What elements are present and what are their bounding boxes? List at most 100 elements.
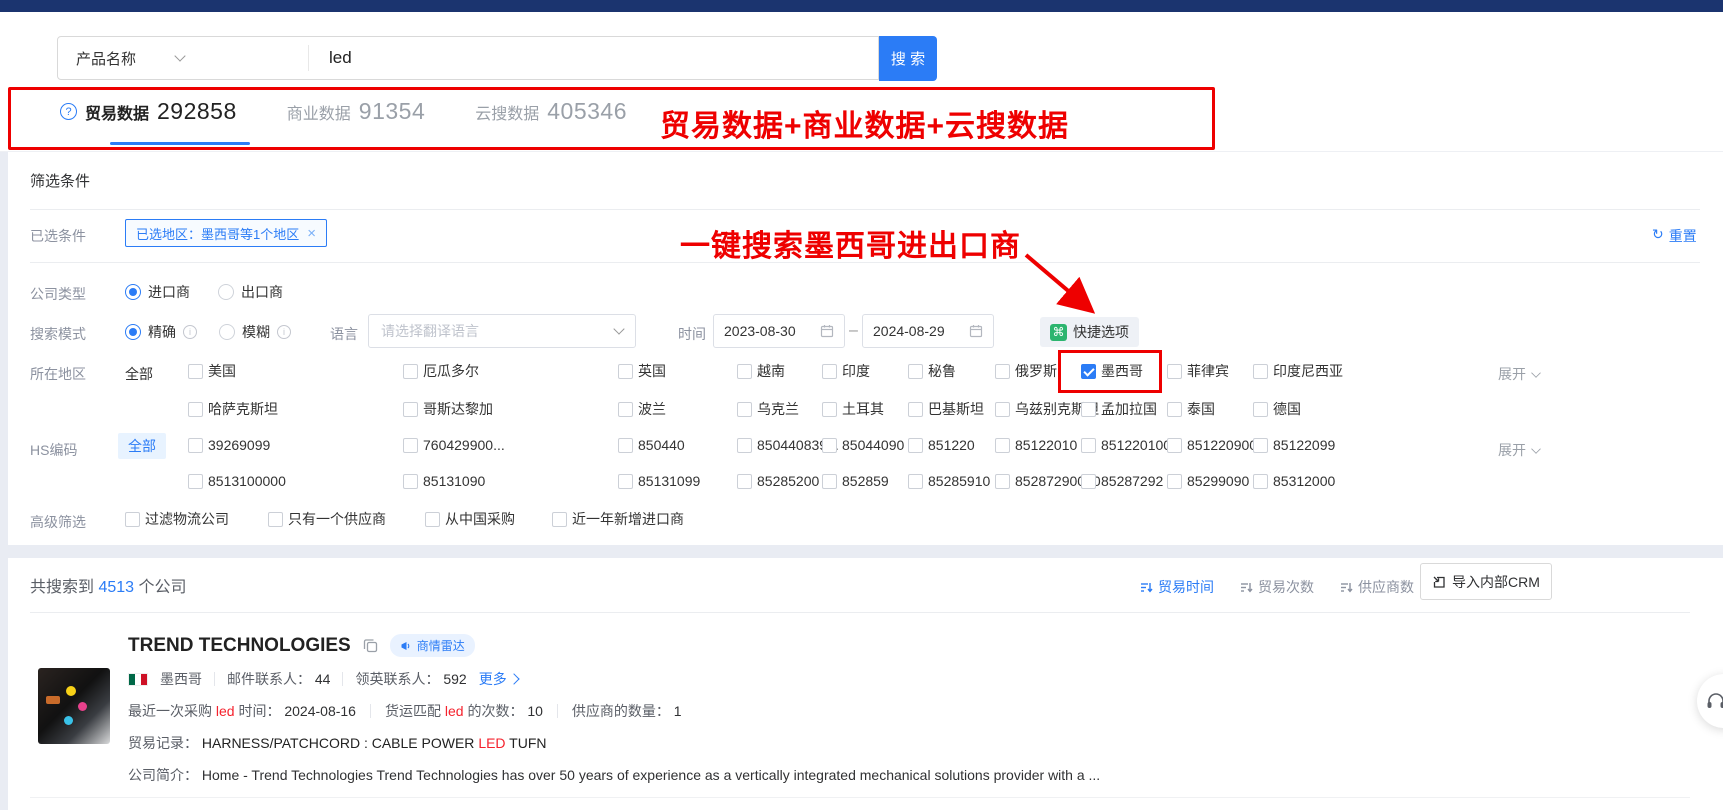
filter-checkbox-印度[interactable]: 印度: [822, 361, 870, 381]
checkbox-icon: [1253, 364, 1268, 379]
radio-option[interactable]: 模糊i: [219, 322, 291, 342]
filter-checkbox-俄罗斯[interactable]: 俄罗斯: [995, 361, 1057, 381]
filter-checkbox-秘鲁[interactable]: 秘鲁: [908, 361, 956, 381]
checkbox-icon: [908, 402, 923, 417]
start-date-value: 2023-08-30: [724, 323, 796, 339]
tab-2[interactable]: 云搜数据405346: [475, 98, 627, 125]
filter-checkbox-39269099[interactable]: 39269099: [188, 437, 270, 453]
tab-1[interactable]: 商业数据91354: [287, 98, 425, 125]
hs-checkbox-row: 39269099760429900...850440850440839...85…: [0, 437, 1723, 457]
chevron-down-icon: [174, 50, 185, 61]
filter-checkbox-85287292[interactable]: 85287292: [1081, 473, 1163, 489]
filter-checkbox-乌克兰[interactable]: 乌克兰: [737, 399, 799, 419]
filter-checkbox-85299090[interactable]: 85299090: [1167, 473, 1249, 489]
search-input[interactable]: [309, 48, 878, 68]
selected-region-tag[interactable]: 已选地区：墨西哥等1个地区 ×: [125, 219, 327, 247]
filter-checkbox-851220[interactable]: 851220: [908, 437, 975, 453]
tab-0[interactable]: ?贸易数据292858: [60, 98, 237, 125]
search-button[interactable]: 搜 索: [879, 36, 937, 81]
filter-checkbox-美国[interactable]: 美国: [188, 361, 236, 381]
filter-checkbox-8512209000[interactable]: 8512209000: [1167, 437, 1265, 453]
annotation-shortcut-note: 一键搜索墨西哥进出口商: [680, 221, 1021, 265]
copy-icon[interactable]: [363, 638, 378, 653]
language-placeholder: 请选择翻译语言: [381, 321, 479, 341]
reset-button[interactable]: ↻ 重置: [1652, 226, 1697, 246]
advanced-filter-checkbox[interactable]: 近一年新增进口商: [552, 509, 684, 529]
sort-icon: [1340, 581, 1353, 594]
checkbox-icon: [618, 438, 633, 453]
trade-record-line: 贸易记录： HARNESS/PATCHCORD : CABLE POWER LE…: [128, 733, 547, 753]
time-label: 时间: [678, 324, 706, 344]
company-thumbnail[interactable]: [38, 668, 110, 744]
business-radar-badge[interactable]: 商情雷达: [390, 634, 475, 657]
checkbox-icon: [188, 438, 203, 453]
summary-count: 4513: [98, 579, 134, 596]
checkbox-icon: [403, 438, 418, 453]
company-name[interactable]: TREND TECHNOLOGIES: [128, 635, 351, 657]
advanced-filter-checkbox[interactable]: 只有一个供应商: [268, 509, 386, 529]
filter-checkbox-85131099[interactable]: 85131099: [618, 473, 700, 489]
checkbox-icon: [908, 364, 923, 379]
filter-checkbox-土耳其[interactable]: 土耳其: [822, 399, 884, 419]
filter-checkbox-波兰[interactable]: 波兰: [618, 399, 666, 419]
shortcut-options-button[interactable]: ⌘ 快捷选项: [1040, 317, 1139, 347]
filter-checkbox-8512201000[interactable]: 8512201000: [1081, 437, 1179, 453]
filter-checkbox-850440[interactable]: 850440: [618, 437, 685, 453]
radio-option[interactable]: 出口商: [218, 282, 283, 302]
checkbox-icon: [403, 364, 418, 379]
filter-checkbox-墨西哥[interactable]: 墨西哥: [1081, 361, 1143, 381]
close-icon[interactable]: ×: [307, 225, 316, 242]
filter-checkbox-85122010[interactable]: 85122010: [995, 437, 1077, 453]
advanced-filter-checkbox[interactable]: 过滤物流公司: [125, 509, 229, 529]
divider: [30, 612, 1690, 613]
filter-checkbox-85285910[interactable]: 85285910: [908, 473, 990, 489]
advanced-filter-checkbox[interactable]: 从中国采购: [425, 509, 515, 529]
sort-供应商数[interactable]: 供应商数: [1340, 577, 1414, 597]
checkbox-icon: [188, 474, 203, 489]
filter-checkbox-85312000[interactable]: 85312000: [1253, 473, 1335, 489]
checkbox-icon: [1253, 402, 1268, 417]
end-date-input[interactable]: 2024-08-29: [862, 314, 994, 348]
company-type-options: 进口商 出口商: [125, 282, 283, 302]
checkbox-icon: [908, 438, 923, 453]
language-select[interactable]: 请选择翻译语言: [368, 314, 636, 348]
radio-option[interactable]: 精确i: [125, 322, 197, 342]
filter-checkbox-85131090[interactable]: 85131090: [403, 473, 485, 489]
filter-checkbox-760429900[interactable]: 760429900...: [403, 437, 505, 453]
region-expand-link[interactable]: 展开: [1498, 364, 1540, 384]
search-category-select[interactable]: 产品名称: [58, 48, 308, 69]
filter-checkbox-孟加拉国[interactable]: 孟加拉国: [1081, 399, 1157, 419]
filter-checkbox-85044090[interactable]: 85044090: [822, 437, 904, 453]
filter-checkbox-哥斯达黎加[interactable]: 哥斯达黎加: [403, 399, 493, 419]
import-crm-button[interactable]: 导入内部CRM: [1420, 563, 1552, 600]
filter-checkbox-德国[interactable]: 德国: [1253, 399, 1301, 419]
filter-checkbox-英国[interactable]: 英国: [618, 361, 666, 381]
start-date-input[interactable]: 2023-08-30: [713, 314, 845, 348]
filter-checkbox-厄瓜多尔[interactable]: 厄瓜多尔: [403, 361, 479, 381]
hs-expand-link[interactable]: 展开: [1498, 440, 1540, 460]
filter-checkbox-印度尼西亚[interactable]: 印度尼西亚: [1253, 361, 1343, 381]
checkbox-icon: [1167, 402, 1182, 417]
annotation-tabs-note: 贸易数据+商业数据+云搜数据: [660, 101, 1069, 145]
email-contacts-stat: 邮件联系人： 44: [227, 669, 330, 689]
filter-checkbox-巴基斯坦[interactable]: 巴基斯坦: [908, 399, 984, 419]
filter-checkbox-泰国[interactable]: 泰国: [1167, 399, 1215, 419]
chevron-right-icon: [508, 673, 519, 684]
filter-checkbox-越南[interactable]: 越南: [737, 361, 785, 381]
radio-option[interactable]: 进口商: [125, 282, 190, 302]
filter-checkbox-85285200[interactable]: 85285200: [737, 473, 819, 489]
filter-checkbox-菲律宾[interactable]: 菲律宾: [1167, 361, 1229, 381]
sort-controls: 贸易时间 贸易次数 供应商数: [1140, 577, 1414, 597]
more-link[interactable]: 更多: [479, 669, 518, 689]
filter-title: 筛选条件: [30, 170, 90, 191]
purchase-stats-line: 最近一次采购 led 时间： 2024-08-16货运匹配 led 的次数： 1…: [128, 701, 682, 721]
filter-checkbox-8513100000[interactable]: 8513100000: [188, 473, 286, 489]
more-label: 更多: [479, 669, 507, 689]
filter-checkbox-85122099[interactable]: 85122099: [1253, 437, 1335, 453]
keyword-highlight: led: [445, 703, 464, 719]
filter-checkbox-哈萨克斯坦[interactable]: 哈萨克斯坦: [188, 399, 278, 419]
filter-checkbox-852859[interactable]: 852859: [822, 473, 889, 489]
sort-贸易时间[interactable]: 贸易时间: [1140, 577, 1214, 597]
company-profile-label: 公司简介：: [128, 767, 198, 783]
sort-贸易次数[interactable]: 贸易次数: [1240, 577, 1314, 597]
